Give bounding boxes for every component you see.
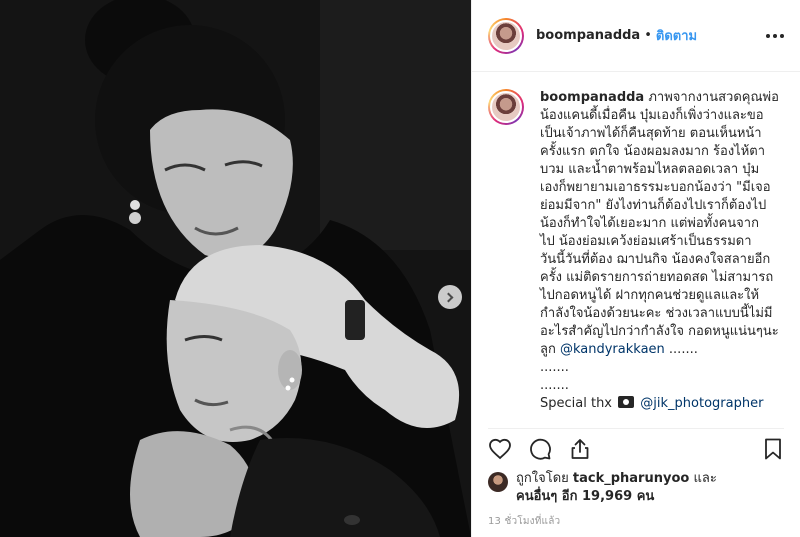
photographer-link[interactable]: @jik_photographer [640, 396, 763, 411]
caption-line: น้องแคนดี้เมื่อคืน บุ๋มเองก็เพิ่งว่างและ… [540, 108, 764, 123]
caption-line: ครั้ง แม่ติดรายการถ่ายทอดสด ไม่สามารถ [540, 270, 774, 285]
share-button[interactable] [568, 429, 608, 469]
caption-line: วันนี้วันที่ต้อง ฌาปนกิจ น้องคงใจสลายอีก [540, 252, 771, 267]
photo-image [0, 0, 471, 537]
carousel-next-button[interactable] [438, 285, 462, 309]
likes-count: 19,969 [582, 489, 633, 504]
like-button[interactable] [488, 429, 528, 469]
caption-line: กำลังใจน้องด้วยนะคะ ช่วงเวลาแบบนี้ไม่มี [540, 306, 773, 321]
likes-and: และ [693, 471, 717, 486]
others-prefix: คนอื่นๆ อีก [516, 489, 578, 504]
liker-username[interactable]: tack_pharunyoo [573, 471, 689, 486]
caption-line: boompanadda ภาพจากงานสวดคุณพ่อ [540, 89, 784, 107]
comment-button[interactable] [528, 429, 568, 469]
special-thanks-text: Special thx [540, 396, 613, 411]
caption-ellipsis: ....... [540, 378, 569, 393]
likes-summary: ถูกใจโดย tack_pharunyoo และ คนอื่นๆ อีก … [488, 470, 784, 506]
follow-button[interactable]: ติดตาม [656, 25, 697, 46]
caption-line: เป็นเจ้าภาพได้ก็คืนสุดท้าย ตอนเห็นหน้า [540, 126, 762, 141]
caption-line: น้องก็ทำใจได้เยอะมาก แต่พ่อทั้งคนจาก [540, 216, 759, 231]
caption-text: boompanadda ภาพจากงานสวดคุณพ่อ น้องแคนดี… [540, 89, 784, 413]
post-photo[interactable] [0, 0, 471, 537]
share-icon [571, 438, 589, 459]
caption-line: ลูก @kandyrakkaen ....... [540, 341, 784, 359]
action-bar [488, 428, 784, 468]
caption-area: boompanadda ภาพจากงานสวดคุณพ่อ น้องแคนดี… [472, 73, 800, 428]
caption-line: อะไรสำคัญไปกว่ากำลังใจ กอดหนูแน่นๆนะ [540, 324, 779, 339]
bookmark-icon [765, 438, 781, 459]
save-button[interactable] [744, 429, 784, 469]
caption-ellipsis: ....... [540, 360, 569, 375]
caption-ellipsis: ....... [668, 342, 698, 357]
likes-prefix: ถูกใจโดย [516, 471, 569, 486]
likes-text: ถูกใจโดย tack_pharunyoo และ คนอื่นๆ อีก … [516, 470, 717, 506]
comment-icon [530, 438, 551, 460]
more-options-button[interactable] [766, 33, 784, 38]
author-avatar[interactable] [488, 17, 524, 54]
caption-line-text: ลูก [540, 342, 556, 357]
caption-line: Special thx @jik_photographer [540, 395, 784, 413]
caption-line: ไป น้องย่อมเคว้งย่อมเศร้าเป็นธรรมดา [540, 234, 752, 249]
others-suffix: คน [636, 489, 655, 504]
liker-avatar[interactable] [488, 472, 508, 492]
mention-link[interactable]: @kandyrakkaen [560, 342, 665, 357]
camera-icon [618, 396, 635, 408]
chevron-right-icon [443, 292, 454, 302]
others-likes-link[interactable]: คนอื่นๆ อีก 19,969 คน [516, 489, 654, 504]
caption-line-text: ภาพจากงานสวดคุณพ่อ [648, 90, 779, 105]
author-username[interactable]: boompanadda [536, 28, 640, 43]
post-timestamp[interactable]: 13 ชั่วโมงที่แล้ว [488, 514, 560, 529]
caption-line: ครั้งแรก ตกใจ น้องผอมลงมาก ร้องไห้ตา [540, 144, 766, 159]
caption-line: ไปกอดหนูได้ ฝากทุกคนช่วยดูแลและให้ [540, 288, 760, 303]
post-header: boompanadda • ติดตาม [472, 0, 800, 72]
post-side-panel: boompanadda • ติดตาม boompanadda ภาพจากง… [471, 0, 800, 537]
heart-icon [489, 438, 511, 459]
caption-line: เองก็พยายามเอาธรรมะบอกน้องว่า "มีเจอ [540, 180, 771, 195]
ellipsis-icon [766, 33, 770, 38]
caption-author-avatar[interactable] [488, 89, 524, 125]
caption-username[interactable]: boompanadda [540, 90, 644, 105]
caption-line: ย่อมมีจาก" ยังไงท่านก็ต้องไปเราก็ต้องไป [540, 198, 767, 213]
header-separator: • [644, 28, 652, 43]
caption-line: บวม และน้ำตาพร้อมไหลตลอดเวลา บุ๋ม [540, 162, 760, 177]
